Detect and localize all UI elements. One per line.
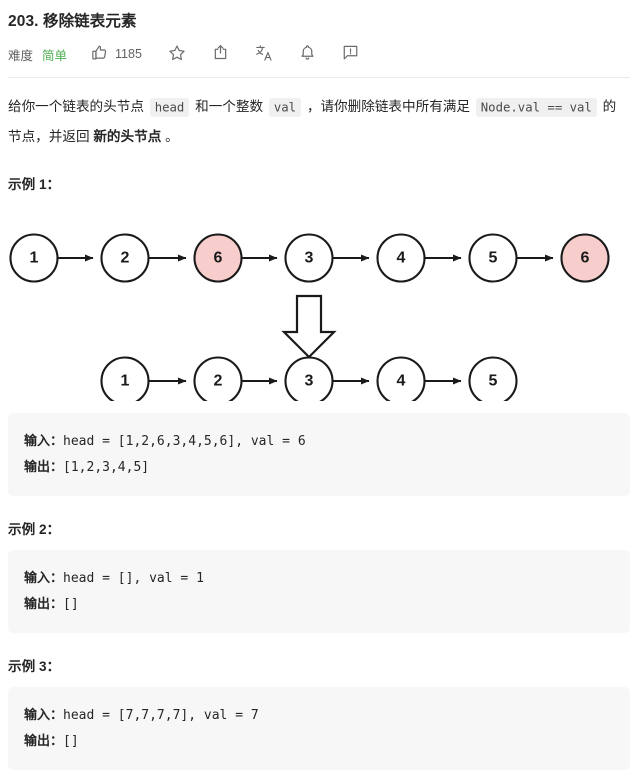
list-node: 3	[284, 356, 334, 401]
problem-meta-row: 难度 简单 1185	[8, 43, 639, 65]
node-label: 4	[397, 373, 406, 390]
list-node-highlighted: 6	[193, 233, 243, 283]
node-label: 2	[121, 250, 130, 267]
node-label: 6	[214, 250, 223, 267]
example-3-codeblock: 输入：head = [7,7,7,7], val = 7 输出：[]	[8, 687, 630, 770]
example-2-heading: 示例 2：	[8, 522, 61, 537]
example-2-output-line: 输出：[]	[24, 591, 614, 617]
list-node: 5	[468, 233, 518, 283]
example-2-input-line: 输入：head = [], val = 1	[24, 565, 614, 591]
list-node-highlighted: 6	[560, 233, 610, 283]
favorite-button[interactable]	[168, 44, 186, 65]
node-label: 3	[305, 373, 314, 390]
desc-text-5: 。	[161, 129, 179, 144]
example-1-input-line: 输入：head = [1,2,6,3,4,5,6], val = 6	[24, 428, 614, 454]
input-value: head = [1,2,6,3,4,5,6], val = 6	[63, 434, 306, 449]
output-value: []	[63, 597, 79, 612]
node-label: 1	[30, 250, 39, 267]
desc-bold-new-head: 新的头节点	[93, 129, 162, 144]
problem-page: 203. 移除链表元素 难度 简单 1185 给你一个链表的头节点 head 和…	[0, 0, 639, 770]
list-node: 4	[376, 233, 426, 283]
inline-code-condition: Node.val == val	[475, 97, 597, 117]
like-button[interactable]: 1185	[91, 44, 142, 64]
output-value: []	[63, 734, 79, 749]
header-divider	[8, 77, 630, 78]
node-label: 6	[581, 250, 590, 267]
share-button[interactable]	[212, 44, 229, 64]
difficulty-value: 简单	[42, 48, 68, 63]
list-node: 2	[100, 233, 150, 283]
translate-button[interactable]	[255, 44, 273, 65]
node-label: 5	[489, 250, 498, 267]
list-node: 2	[193, 356, 243, 401]
desc-text-2: 和一个整数	[191, 99, 267, 114]
list-node: 1	[9, 233, 59, 283]
inline-code-val: val	[268, 97, 302, 117]
node-label: 2	[214, 373, 223, 390]
translate-icon	[255, 44, 273, 65]
before-list-row: 1 2 6 3 4 5 6	[9, 233, 610, 283]
list-node: 4	[376, 356, 426, 401]
input-value: head = [7,7,7,7], val = 7	[63, 708, 259, 723]
notification-button[interactable]	[299, 44, 316, 64]
share-icon	[212, 44, 229, 64]
problem-description: 给你一个链表的头节点 head 和一个整数 val ，请你删除链表中所有满足 N…	[8, 92, 625, 151]
input-label: 输入：	[24, 433, 64, 448]
output-label: 输出：	[24, 459, 64, 474]
inline-code-head: head	[149, 97, 190, 117]
page-title: 203. 移除链表元素	[8, 13, 137, 30]
desc-text-3: ，请你删除链表中所有满足	[303, 99, 474, 114]
output-label: 输出：	[24, 596, 64, 611]
example-3-output-line: 输出：[]	[24, 728, 614, 754]
input-value: head = [], val = 1	[63, 571, 204, 586]
input-label: 输入：	[24, 707, 64, 722]
input-label: 输入：	[24, 570, 64, 585]
difficulty-label: 难度	[8, 48, 34, 63]
example-1-codeblock: 输入：head = [1,2,6,3,4,5,6], val = 6 输出：[1…	[8, 413, 630, 496]
report-icon	[342, 44, 359, 64]
node-label: 1	[121, 373, 130, 390]
node-label: 5	[489, 373, 498, 390]
node-label: 4	[397, 250, 406, 267]
linked-list-diagram: 1 2 6 3 4 5 6 1 2 3 4 5	[0, 201, 639, 401]
desc-text-1: 给你一个链表的头节点	[8, 99, 148, 114]
report-button[interactable]	[342, 44, 359, 64]
example-1-output-line: 输出：[1,2,3,4,5]	[24, 454, 614, 480]
example-2-codeblock: 输入：head = [], val = 1 输出：[]	[8, 550, 630, 633]
list-node: 1	[100, 356, 150, 401]
output-label: 输出：	[24, 733, 64, 748]
like-count: 1185	[115, 47, 142, 61]
list-node: 3	[284, 233, 334, 283]
example-3-heading: 示例 3：	[8, 659, 61, 674]
output-value: [1,2,3,4,5]	[63, 460, 150, 475]
action-toolbar: 1185	[91, 44, 359, 65]
example-3-input-line: 输入：head = [7,7,7,7], val = 7	[24, 702, 614, 728]
thumbs-up-icon	[91, 44, 108, 64]
list-node: 5	[468, 356, 518, 401]
node-label: 3	[305, 250, 314, 267]
star-icon	[168, 44, 186, 65]
down-arrow-icon	[281, 294, 337, 359]
bell-icon	[299, 44, 316, 64]
diagram-svg: 1 2 6 3 4 5 6 1 2 3 4 5	[9, 233, 610, 401]
example-1-heading: 示例 1：	[8, 177, 61, 192]
after-list-row: 1 2 3 4 5	[100, 356, 518, 401]
